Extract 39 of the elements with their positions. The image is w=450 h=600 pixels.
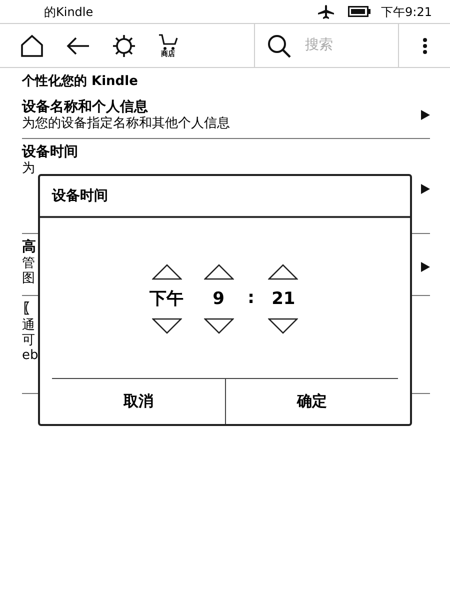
dialog-button[interactable]: 取消 bbox=[52, 379, 224, 424]
clock: 下午9:21 bbox=[381, 4, 432, 20]
item-description: 为 bbox=[22, 161, 35, 176]
item-title: 设备时间 bbox=[22, 144, 78, 161]
item-description: 为您的设备指定名称和其他个人信息 bbox=[22, 116, 230, 131]
item-description: 可 bbox=[22, 333, 35, 348]
settings-icon[interactable] bbox=[112, 34, 136, 58]
down-arrow-icon[interactable] bbox=[204, 318, 234, 334]
item-description: 通 bbox=[22, 318, 35, 333]
back-arrow-icon[interactable] bbox=[66, 36, 90, 56]
settings-item[interactable]: 设备名称和个人信息 为您的设备指定名称和其他个人信息 bbox=[22, 91, 430, 139]
battery-icon bbox=[348, 6, 372, 17]
more-options-icon[interactable] bbox=[422, 38, 426, 54]
item-title: 高 bbox=[22, 239, 36, 256]
search-field[interactable]: 搜索 bbox=[305, 35, 385, 56]
search-icon bbox=[267, 34, 291, 58]
down-arrow-icon[interactable] bbox=[152, 318, 182, 334]
up-arrow-icon[interactable] bbox=[204, 264, 234, 280]
down-arrow-icon[interactable] bbox=[268, 318, 298, 334]
cart-icon bbox=[158, 34, 178, 50]
time-value: 21 bbox=[272, 288, 296, 310]
chevron-right-icon bbox=[421, 110, 430, 120]
chevron-right-icon bbox=[421, 262, 430, 272]
device-title: 的Kindle bbox=[44, 4, 94, 20]
item-description: 管 bbox=[22, 256, 35, 271]
time-separator: : bbox=[248, 287, 254, 310]
time-value: 下午 bbox=[150, 288, 184, 310]
item-description: eb bbox=[22, 348, 38, 363]
dialog-button[interactable]: 确定 bbox=[224, 379, 398, 424]
chevron-right-icon bbox=[421, 184, 430, 194]
time-value: 9 bbox=[212, 288, 225, 310]
item-description: 图 bbox=[22, 271, 35, 286]
up-arrow-icon[interactable] bbox=[268, 264, 298, 280]
item-title: 〖 bbox=[22, 301, 36, 318]
up-arrow-icon[interactable] bbox=[152, 264, 182, 280]
home-icon[interactable] bbox=[20, 34, 44, 58]
item-title: 设备名称和个人信息 bbox=[22, 99, 148, 116]
section-title: 个性化您的 Kindle bbox=[22, 73, 139, 91]
dialog-title: 设备时间 bbox=[52, 186, 108, 206]
